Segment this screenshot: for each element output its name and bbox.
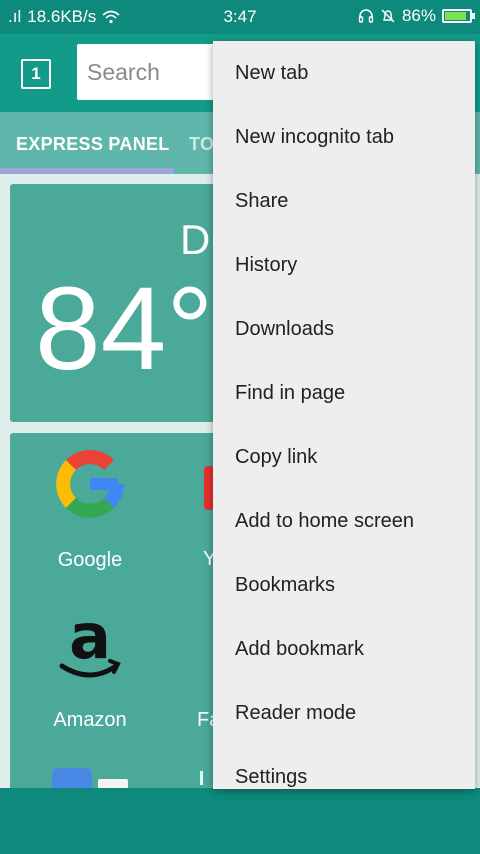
speed-dial-amazon-label: Amazon [53,709,127,731]
weather-temperature: 84° [35,263,214,395]
amazon-logo-icon: a [59,606,121,678]
tab-express-panel[interactable]: EXPRESS PANEL [16,134,170,155]
google-logo-icon [56,450,124,518]
alarm-off-icon [381,9,395,23]
menu-item-history[interactable]: History [213,233,475,297]
tab-switcher-button[interactable]: 1 [21,59,51,89]
play-icon [200,771,212,785]
menu-item-reader-mode[interactable]: Reader mode [213,681,475,745]
speed-dial-amazon[interactable]: a Amazon [10,588,170,731]
menu-item-add-to-home-screen[interactable]: Add to home screen [213,489,475,553]
menu-item-new-tab[interactable]: New tab [213,41,475,105]
menu-item-settings[interactable]: Settings [213,745,475,789]
menu-item-find-in-page[interactable]: Find in page [213,361,475,425]
svg-text:a: a [69,606,111,673]
menu-item-share[interactable]: Share [213,169,475,233]
app-tile-icon[interactable] [98,779,128,788]
weather-day: D [180,216,211,263]
battery-icon [442,9,475,23]
menu-item-copy-link[interactable]: Copy link [213,425,475,489]
menu-item-new-incognito-tab[interactable]: New incognito tab [213,105,475,169]
app-tile-icon[interactable] [52,768,92,788]
speed-dial-google-label: Google [57,549,123,571]
status-right: 86% [358,6,475,26]
bottom-bar [0,788,480,854]
status-bar: .ıl 18.6KB/s 3:47 86% [0,0,480,34]
speed-dial-google[interactable]: Google [10,433,170,573]
menu-item-add-bookmark[interactable]: Add bookmark [213,617,475,681]
overflow-menu: New tab New incognito tab Share History … [213,41,475,789]
battery-percent: 86% [401,6,436,25]
battery-fill [445,12,466,20]
menu-item-bookmarks[interactable]: Bookmarks [213,553,475,617]
menu-item-downloads[interactable]: Downloads [213,297,475,361]
tab-top-sites[interactable]: TO [189,134,214,155]
headset-icon [358,9,374,23]
